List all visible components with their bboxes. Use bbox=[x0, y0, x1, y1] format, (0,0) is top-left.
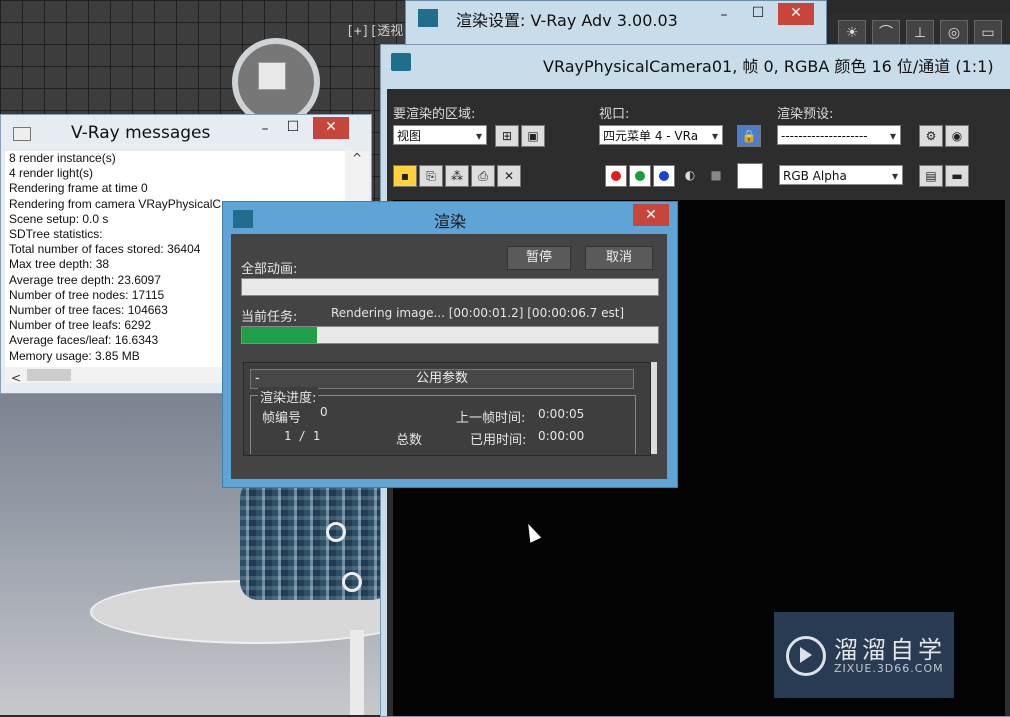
scroll-left-icon[interactable]: < bbox=[5, 371, 21, 385]
display-toggle-icon[interactable]: ▤ bbox=[919, 165, 943, 187]
close-button[interactable]: ✕ bbox=[313, 117, 349, 139]
scroll-thumb[interactable] bbox=[27, 369, 71, 381]
plaid-bag bbox=[240, 470, 390, 600]
close-button[interactable]: ✕ bbox=[778, 3, 814, 25]
render-area-label: 要渲染的区域: bbox=[393, 107, 476, 122]
play-triangle bbox=[800, 647, 812, 663]
red-dot bbox=[611, 171, 621, 181]
render-dialog-title: 渲染 bbox=[433, 212, 466, 231]
render-icon[interactable]: ◉ bbox=[945, 125, 969, 147]
watermark-name: 溜溜自学 bbox=[834, 636, 946, 664]
bag-ring bbox=[326, 522, 346, 542]
app-icon bbox=[418, 9, 438, 27]
lock-icon[interactable]: 🔒 bbox=[737, 125, 761, 147]
cancel-button[interactable]: 取消 bbox=[585, 246, 653, 270]
maximize-button[interactable]: ☐ bbox=[740, 3, 776, 25]
elapsed-value: 0:00:00 bbox=[538, 429, 585, 443]
viewport-select[interactable]: 四元菜单 4 - VRa bbox=[599, 125, 723, 146]
viewport-label[interactable]: [+][透视 bbox=[346, 20, 403, 39]
common-params-rollout: - 公用参数 渲染进度: 帧编号 0 1 / 1 总数 上一帧时间: 0:00:… bbox=[243, 362, 651, 456]
window-icon bbox=[13, 127, 31, 141]
current-task-label: 当前任务: bbox=[241, 310, 298, 325]
watermark-logo: 溜溜自学 ZIXUE.3D66.COM bbox=[774, 612, 954, 698]
save-icon[interactable]: ▪ bbox=[393, 165, 417, 187]
pause-button[interactable]: 暂停 bbox=[507, 246, 571, 270]
clone-icon[interactable]: ⁂ bbox=[445, 165, 469, 187]
crop-icon[interactable]: ▣ bbox=[521, 125, 545, 147]
frame-count: 1 / 1 bbox=[284, 429, 321, 443]
close-button[interactable]: ✕ bbox=[633, 204, 669, 226]
print-icon[interactable]: ⎙ bbox=[471, 165, 495, 187]
minimize-button[interactable]: – bbox=[706, 5, 742, 27]
current-progress-fill bbox=[242, 327, 317, 343]
play-icon bbox=[786, 636, 826, 676]
color-swatch[interactable] bbox=[737, 163, 763, 189]
render-dialog-body: 全部动画: 暂停 取消 当前任务: Rendering image... [00… bbox=[231, 234, 667, 479]
current-task-value: Rendering image... [00:00:01.2] [00:00:0… bbox=[331, 306, 625, 320]
viewcube-face[interactable] bbox=[258, 62, 286, 90]
render-setup-icon[interactable]: ⚙ bbox=[919, 125, 943, 147]
frame-buffer-title: VRayPhysicalCamera01, 帧 0, RGBA 颜色 16 位/… bbox=[543, 57, 994, 76]
pick-region-icon[interactable]: ⊞ bbox=[495, 125, 519, 147]
curve-icon[interactable]: ⌒ bbox=[872, 20, 900, 46]
total-label: 总数 bbox=[396, 433, 423, 448]
table-leg bbox=[350, 630, 364, 715]
total-progress-bar bbox=[241, 278, 659, 296]
blue-channel-toggle[interactable] bbox=[653, 165, 675, 187]
green-dot bbox=[635, 171, 645, 181]
log-line: Rendering frame at time 0 bbox=[9, 181, 148, 196]
last-frame-time-label: 上一帧时间: bbox=[456, 411, 526, 426]
render-preset-label: 渲染预设: bbox=[777, 107, 834, 122]
app-icon bbox=[391, 53, 411, 71]
hierarchy-icon[interactable]: ⊥ bbox=[906, 20, 934, 46]
sun-icon[interactable]: ☀ bbox=[838, 20, 866, 46]
motion-icon[interactable]: ◎ bbox=[940, 20, 968, 46]
mono-icon[interactable]: ■ bbox=[705, 165, 727, 185]
watermark-url: ZIXUE.3D66.COM bbox=[834, 662, 944, 675]
channel-select[interactable]: RGB Alpha bbox=[779, 165, 903, 186]
bag-ring bbox=[342, 572, 362, 592]
green-channel-toggle[interactable] bbox=[629, 165, 651, 187]
frame-label: 帧编号 bbox=[262, 411, 302, 426]
log-line: 4 render light(s) bbox=[9, 166, 94, 181]
viewport-label: 视口: bbox=[599, 107, 630, 122]
log-line: 8 render instance(s) bbox=[9, 151, 116, 165]
last-frame-time-value: 0:00:05 bbox=[538, 407, 585, 421]
render-preset-select[interactable]: -------------------- bbox=[777, 125, 901, 146]
render-settings-title: 渲染设置: V-Ray Adv 3.00.03 bbox=[456, 11, 678, 30]
total-animation-label: 全部动画: bbox=[241, 262, 298, 277]
rollout-title: 公用参数 bbox=[415, 371, 468, 386]
blue-dot bbox=[659, 171, 669, 181]
render-area-select[interactable]: 视图 bbox=[393, 125, 487, 146]
render-settings-window[interactable]: 渲染设置: V-Ray Adv 3.00.03 – ☐ ✕ bbox=[405, 0, 827, 47]
rollout-scrollbar[interactable] bbox=[651, 362, 657, 454]
alpha-icon[interactable]: ◐ bbox=[679, 165, 701, 185]
fullscreen-icon[interactable]: ▬ bbox=[945, 165, 969, 187]
clear-icon[interactable]: ✕ bbox=[497, 165, 521, 187]
copy-icon[interactable]: ⎘ bbox=[419, 165, 443, 187]
display-icon[interactable]: ▭ bbox=[974, 20, 1002, 46]
frame-value: 0 bbox=[320, 405, 328, 419]
maximize-button[interactable]: ☐ bbox=[275, 117, 311, 139]
current-progress-bar bbox=[241, 326, 659, 344]
scroll-up-icon[interactable]: ^ bbox=[345, 151, 369, 165]
render-progress-dialog[interactable]: 渲染 ✕ 全部动画: 暂停 取消 当前任务: Rendering image..… bbox=[222, 201, 678, 488]
red-channel-toggle[interactable] bbox=[605, 165, 627, 187]
vray-messages-title: V-Ray messages bbox=[71, 123, 211, 143]
elapsed-label: 已用时间: bbox=[470, 433, 527, 448]
group-label: 渲染进度: bbox=[258, 387, 319, 406]
rollout-header[interactable]: - 公用参数 bbox=[250, 369, 634, 389]
